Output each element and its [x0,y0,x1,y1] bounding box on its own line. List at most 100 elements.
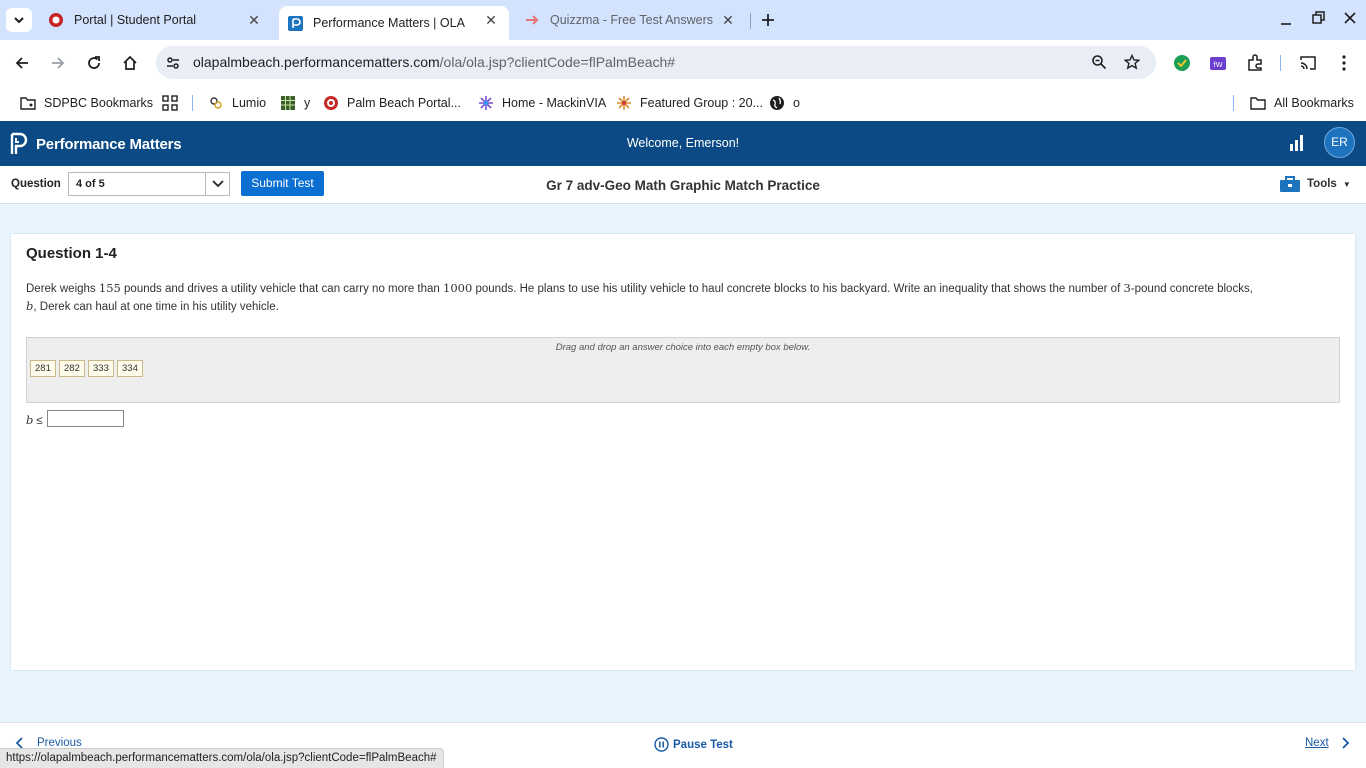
reload-icon [88,56,100,69]
tab-search-button[interactable] [6,8,32,32]
answer-operator: ≤ [36,415,43,427]
answer-choice-chip[interactable]: 334 [117,360,143,377]
apps-button[interactable] [162,93,186,113]
bookmark-separator [192,95,193,111]
bookmark-separator [1233,95,1234,111]
pause-label: Pause Test [673,738,733,751]
url-text[interactable]: olapalmbeach.performancematters.com/ola/… [193,54,675,70]
chevron-right-icon [1342,737,1349,749]
mackinvia-starburst-icon [478,95,494,111]
svg-text:fW: fW [1213,61,1222,69]
question-toolbar: Question 4 of 5 Submit Test Gr 7 adv-Geo… [0,166,1366,204]
bookmark-label: Lumio [232,96,267,110]
close-icon [1344,12,1356,24]
app-header: Performance Matters Welcome, Emerson! ER [0,121,1366,166]
cast-icon[interactable] [1299,54,1317,77]
more-menu-icon[interactable] [1336,54,1352,77]
close-window-button[interactable] [1340,9,1360,29]
question-math-value: 155 [98,281,121,295]
tab-performance-matters[interactable]: Performance Matters | OLA ✕ [279,6,509,40]
next-label: Next [1305,737,1329,749]
answer-choices-area: Drag and drop an answer choice into each… [26,337,1340,403]
bookmark-star-icon[interactable] [1123,53,1141,75]
reports-bar-chart-icon[interactable] [1290,135,1304,156]
question-text-part: , Derek can haul at one time in his util… [33,301,279,313]
answer-choice-chip[interactable]: 281 [30,360,56,377]
new-tab-button[interactable] [757,9,779,31]
bookmark-mackinvia[interactable]: Home - MackinVIA [478,93,606,113]
performance-matters-favicon-icon [287,15,303,31]
close-tab-icon[interactable]: ✕ [720,12,736,28]
tab-student-portal[interactable]: Portal | Student Portal ✕ [42,0,272,40]
browser-toolbar: olapalmbeach.performancematters.com/ola/… [0,40,1366,86]
next-button[interactable]: Next [1305,737,1351,749]
bookmark-sdpbc-folder[interactable]: SDPBC Bookmarks [20,93,153,113]
close-tab-icon[interactable]: ✕ [246,12,262,28]
chevron-down-icon [14,17,24,24]
bookmark-o[interactable]: o [769,93,800,113]
question-card: Question 1-4 Derek weighs 155 pounds and… [11,234,1355,670]
question-text-part: pounds and drives a utility vehicle that… [120,283,444,295]
reload-button[interactable] [83,52,105,74]
portal-seal-icon [323,95,339,111]
answer-choice-chip[interactable]: 282 [59,360,85,377]
back-button[interactable] [11,52,33,74]
answer-drop-box[interactable] [46,410,124,427]
answer-inequality: b ≤ [26,410,124,427]
test-title: Gr 7 adv-Geo Math Graphic Match Practice [546,178,820,193]
lumio-icon [208,95,224,111]
spreadsheet-icon [280,95,296,111]
question-text-part: pounds. He plans to use his utility vehi… [472,283,1124,295]
portal-favicon-icon [48,12,64,28]
url-host: olapalmbeach.performancematters.com [193,54,440,70]
arrow-left-icon [15,57,28,69]
home-button[interactable] [119,52,141,74]
tools-label: Tools [1307,178,1337,190]
bookmark-featured-group[interactable]: Featured Group : 20... [616,93,763,113]
bookmark-lumio[interactable]: Lumio [208,93,266,113]
address-bar[interactable]: olapalmbeach.performancematters.com/ola/… [156,46,1156,79]
bookmark-label: SDPBC Bookmarks [44,96,154,110]
featured-starburst-icon [616,95,632,111]
question-text-part: -pound concrete blocks, [1130,283,1253,295]
zoom-icon[interactable] [1091,54,1107,75]
drag-instructions: Drag and drop an answer choice into each… [555,342,811,353]
tools-menu-button[interactable]: Tools ▼ [1280,176,1351,192]
home-icon [123,55,137,70]
pause-test-button[interactable]: Pause Test [654,737,733,752]
welcome-message: Welcome, Emerson! [626,136,740,150]
folder-shared-icon [20,95,36,111]
grid-icon [162,95,178,111]
tab-quizzma[interactable]: Quizzma - Free Test Answers W ✕ [518,0,748,40]
site-info-icon[interactable] [165,55,181,76]
toolbox-icon [1280,176,1300,192]
restore-button[interactable] [1308,9,1328,29]
user-avatar[interactable]: ER [1324,127,1355,158]
forward-button[interactable] [47,52,69,74]
tab-title: Quizzma - Free Test Answers W [550,13,716,27]
pause-circle-icon [654,737,669,752]
question-math-value: 3 [1123,281,1131,295]
minimize-button[interactable] [1276,9,1296,29]
all-bookmarks-button[interactable]: All Bookmarks [1250,93,1354,113]
bookmark-y[interactable]: y [280,93,310,113]
close-tab-icon[interactable]: ✕ [483,12,499,28]
folder-icon [1250,95,1266,111]
extension-grammar-icon[interactable] [1173,54,1191,77]
extension-puzzle-purple-icon[interactable]: fW [1209,54,1227,77]
question-math-value: 1000 [443,281,473,295]
answer-choice-chip[interactable]: 333 [88,360,114,377]
caret-down-icon: ▼ [1342,179,1351,189]
bookmark-palm-beach-portal[interactable]: Palm Beach Portal... [323,93,461,113]
question-heading: Question 1-4 [26,245,117,262]
bookmark-label: Palm Beach Portal... [347,96,461,110]
status-bar-url: https://olapalmbeach.performancematters.… [0,748,444,768]
extensions-icon[interactable] [1246,54,1264,77]
bookmark-label: Featured Group : 20... [640,96,763,110]
minimize-icon [1281,23,1291,25]
tab-title: Portal | Student Portal [74,13,197,27]
browser-tab-strip: Portal | Student Portal ✕ Performance Ma… [0,0,1366,40]
arrow-right-icon [52,57,65,69]
arrow-right-favicon-icon [524,12,540,28]
tab-separator [750,13,751,29]
